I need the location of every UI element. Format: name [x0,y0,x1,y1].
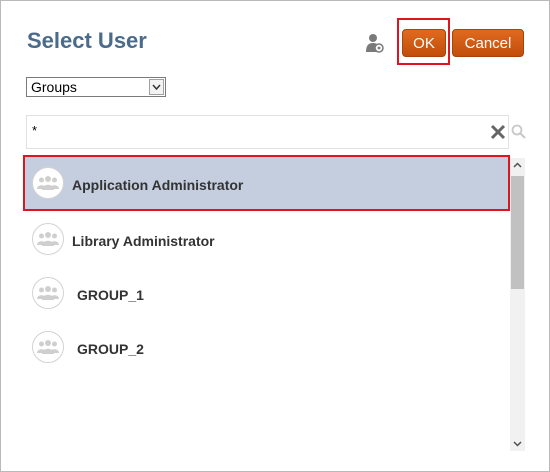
search-icon[interactable] [511,124,527,140]
list-item-label: GROUP_1 [77,287,144,303]
list-item-label: Library Administrator [72,233,215,249]
list-item-label: GROUP_2 [77,341,144,357]
type-select-value: Groups [31,79,77,95]
list-item[interactable]: GROUP_2 [24,319,509,375]
search-input[interactable]: * [26,115,509,149]
search-input-value: * [32,123,38,138]
select-user-dialog: Select User OK Cancel Groups * Applicati… [0,0,550,472]
scroll-up-icon[interactable] [510,158,525,173]
list-item[interactable]: GROUP_1 [24,265,509,321]
user-settings-icon[interactable] [366,33,384,53]
group-icon [32,277,64,309]
dialog-title: Select User [27,28,147,53]
selected-row-highlight-box [23,155,510,211]
results-scrollbar[interactable] [510,158,525,451]
ok-highlight-box [397,18,450,65]
group-icon [32,223,64,255]
chevron-down-icon[interactable] [149,79,164,95]
group-icon [32,331,64,363]
cancel-button[interactable]: Cancel [452,29,524,57]
close-icon[interactable] [490,124,506,140]
list-item[interactable]: Library Administrator [24,211,509,267]
scroll-down-icon[interactable] [510,436,525,451]
scrollbar-thumb[interactable] [511,176,524,289]
type-select[interactable]: Groups [26,77,166,97]
